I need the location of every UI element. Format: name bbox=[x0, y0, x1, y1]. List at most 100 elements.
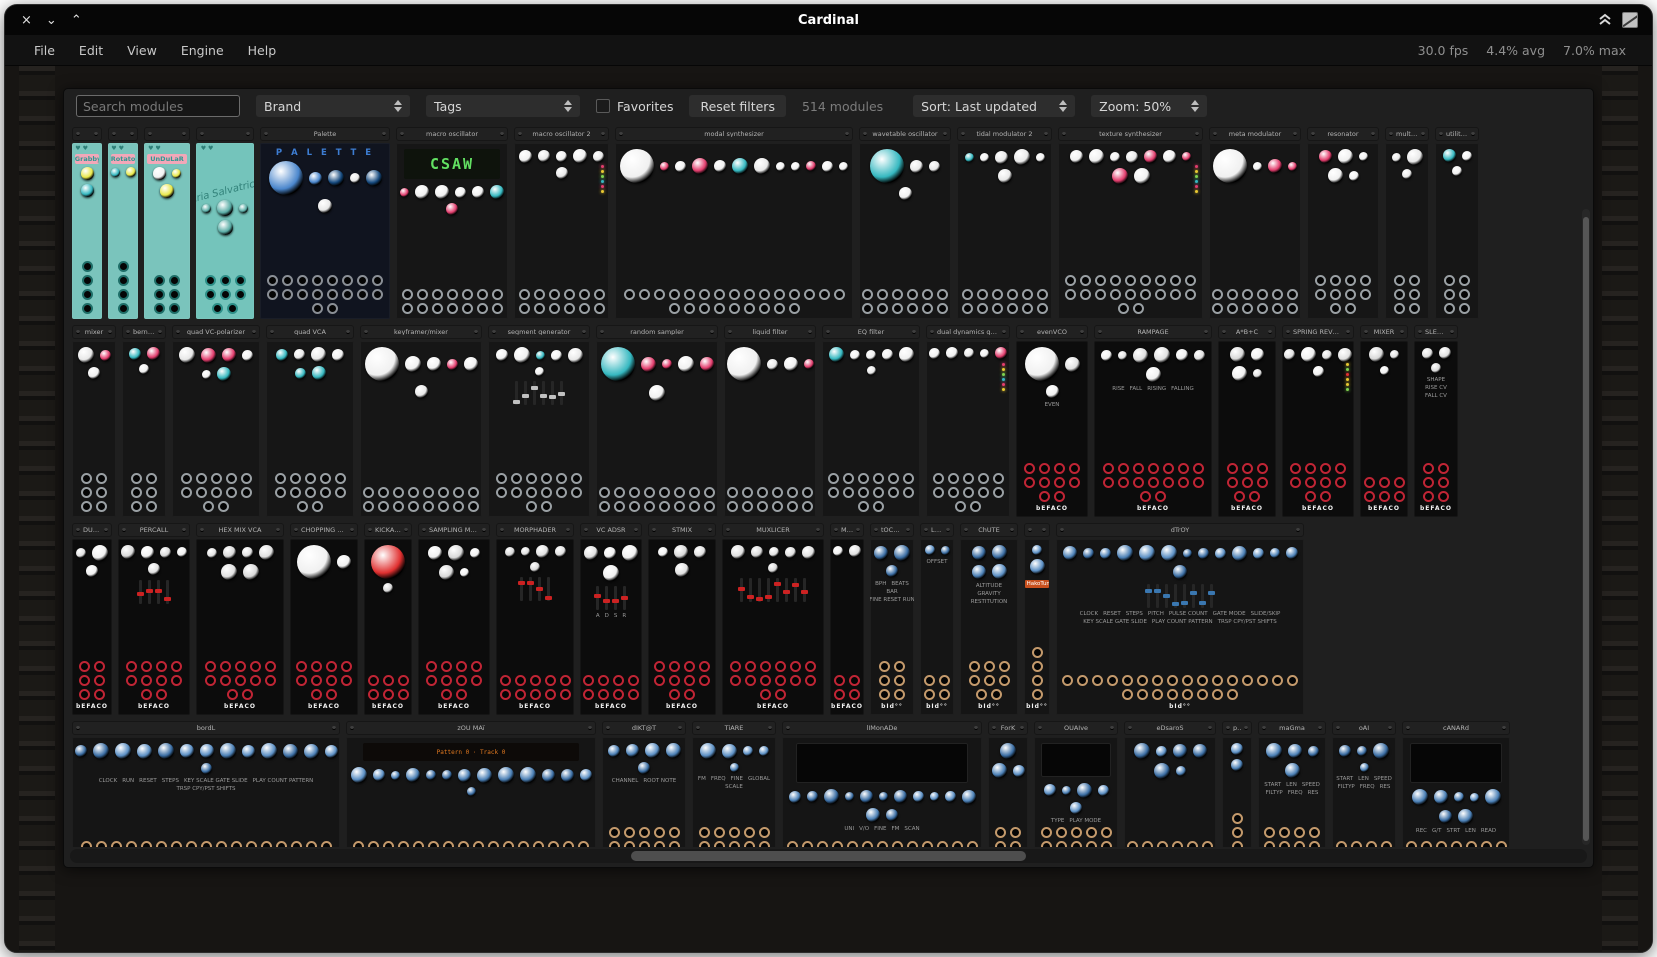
jack-port[interactable] bbox=[402, 289, 413, 300]
jack-port[interactable] bbox=[1242, 289, 1253, 300]
jack-port[interactable] bbox=[519, 303, 530, 314]
jack-port[interactable] bbox=[398, 841, 409, 847]
jack-port[interactable] bbox=[235, 275, 246, 286]
jack-port[interactable] bbox=[1406, 841, 1417, 847]
module-tile-dtroy[interactable]: dTrOYCLOCKRESETSTEPSPITCHPULSE COUNTGATE… bbox=[1056, 523, 1304, 715]
jack-port[interactable] bbox=[456, 689, 467, 700]
jack-port[interactable] bbox=[669, 289, 680, 300]
knob[interactable] bbox=[1285, 763, 1300, 778]
knob[interactable] bbox=[998, 169, 1012, 183]
knob[interactable] bbox=[1462, 151, 1472, 161]
knob[interactable] bbox=[675, 563, 689, 577]
jack-port[interactable] bbox=[1459, 303, 1470, 314]
jack-port[interactable] bbox=[1185, 275, 1196, 286]
knob[interactable] bbox=[172, 169, 181, 178]
jack-port[interactable] bbox=[1095, 289, 1106, 300]
jack-port[interactable] bbox=[171, 841, 182, 847]
knob[interactable] bbox=[351, 767, 367, 783]
jack-port[interactable] bbox=[1103, 477, 1114, 488]
jack-port[interactable] bbox=[1140, 275, 1151, 286]
jack-port[interactable] bbox=[1032, 661, 1043, 672]
jack-port[interactable] bbox=[515, 675, 526, 686]
knob[interactable] bbox=[1319, 150, 1332, 163]
knob[interactable] bbox=[76, 548, 86, 558]
jack-port[interactable] bbox=[81, 487, 92, 498]
jack-port[interactable] bbox=[1336, 841, 1347, 847]
jack-port[interactable] bbox=[1024, 463, 1035, 474]
jack-port[interactable] bbox=[1234, 491, 1245, 502]
knob[interactable] bbox=[850, 350, 860, 360]
zoom-select[interactable]: Zoom: 50% bbox=[1091, 95, 1207, 117]
knob[interactable] bbox=[218, 220, 233, 235]
jack-port[interactable] bbox=[1294, 827, 1305, 838]
knob[interactable] bbox=[93, 743, 109, 759]
jack-port[interactable] bbox=[993, 473, 1004, 484]
jack-port[interactable] bbox=[894, 675, 905, 686]
jack-port[interactable] bbox=[408, 501, 419, 512]
jack-port[interactable] bbox=[1315, 289, 1326, 300]
slider[interactable] bbox=[529, 577, 532, 601]
knob[interactable] bbox=[1173, 565, 1187, 579]
jack-port[interactable] bbox=[526, 473, 537, 484]
jack-port[interactable] bbox=[969, 675, 980, 686]
jack-port[interactable] bbox=[1039, 477, 1050, 488]
knob[interactable] bbox=[894, 790, 907, 803]
jack-port[interactable] bbox=[181, 487, 192, 498]
knob[interactable] bbox=[1232, 546, 1247, 561]
knob[interactable] bbox=[1407, 149, 1423, 165]
knob[interactable] bbox=[1253, 548, 1264, 559]
jack-port[interactable] bbox=[948, 487, 959, 498]
jack-port[interactable] bbox=[1279, 827, 1290, 838]
jack-port[interactable] bbox=[1032, 647, 1043, 658]
slider[interactable] bbox=[1210, 584, 1213, 608]
knob[interactable] bbox=[295, 368, 306, 379]
jack-port[interactable] bbox=[609, 827, 620, 838]
jack-port[interactable] bbox=[1272, 675, 1283, 686]
jack-port[interactable] bbox=[402, 303, 413, 314]
knob[interactable] bbox=[649, 385, 665, 401]
jack-port[interactable] bbox=[154, 275, 165, 286]
knob[interactable] bbox=[946, 347, 958, 359]
jack-port[interactable] bbox=[704, 501, 715, 512]
jack-port[interactable] bbox=[892, 841, 903, 847]
jack-port[interactable] bbox=[296, 661, 307, 672]
jack-port[interactable] bbox=[1394, 289, 1405, 300]
knob[interactable] bbox=[1062, 786, 1071, 795]
jack-port[interactable] bbox=[583, 675, 594, 686]
knob[interactable] bbox=[366, 170, 382, 186]
jack-port[interactable] bbox=[1032, 689, 1043, 700]
knob[interactable] bbox=[767, 359, 778, 370]
knob[interactable] bbox=[1146, 367, 1161, 382]
knob[interactable] bbox=[1161, 545, 1177, 561]
jack-port[interactable] bbox=[265, 675, 276, 686]
knob[interactable] bbox=[1338, 149, 1353, 164]
knob[interactable] bbox=[86, 565, 98, 577]
jack-port[interactable] bbox=[267, 289, 278, 300]
jack-port[interactable] bbox=[834, 289, 845, 300]
module-tile-meta-modulator[interactable]: meta modulator bbox=[1209, 127, 1301, 319]
slider[interactable] bbox=[533, 381, 536, 405]
slider[interactable] bbox=[794, 578, 797, 602]
jack-port[interactable] bbox=[843, 487, 854, 498]
jack-port[interactable] bbox=[599, 501, 610, 512]
knob[interactable] bbox=[882, 349, 893, 360]
jack-port[interactable] bbox=[787, 841, 798, 847]
jack-port[interactable] bbox=[156, 661, 167, 672]
jack-port[interactable] bbox=[1086, 841, 1097, 847]
jack-port[interactable] bbox=[894, 689, 905, 700]
slider[interactable] bbox=[1201, 584, 1204, 608]
jack-port[interactable] bbox=[843, 473, 854, 484]
jack-port[interactable] bbox=[903, 473, 914, 484]
jack-port[interactable] bbox=[629, 501, 640, 512]
knob[interactable] bbox=[866, 350, 876, 360]
jack-port[interactable] bbox=[353, 841, 364, 847]
jack-port[interactable] bbox=[937, 289, 948, 300]
jack-port[interactable] bbox=[984, 675, 995, 686]
jack-port[interactable] bbox=[518, 841, 529, 847]
jack-port[interactable] bbox=[534, 289, 545, 300]
module-tile-spring-reverb[interactable]: SPRING REVERBbEFACO bbox=[1282, 325, 1354, 517]
jack-port[interactable] bbox=[383, 689, 394, 700]
module-tile-quad-vca[interactable]: quad VCA bbox=[266, 325, 354, 517]
jack-port[interactable] bbox=[760, 689, 771, 700]
jack-port[interactable] bbox=[291, 841, 302, 847]
